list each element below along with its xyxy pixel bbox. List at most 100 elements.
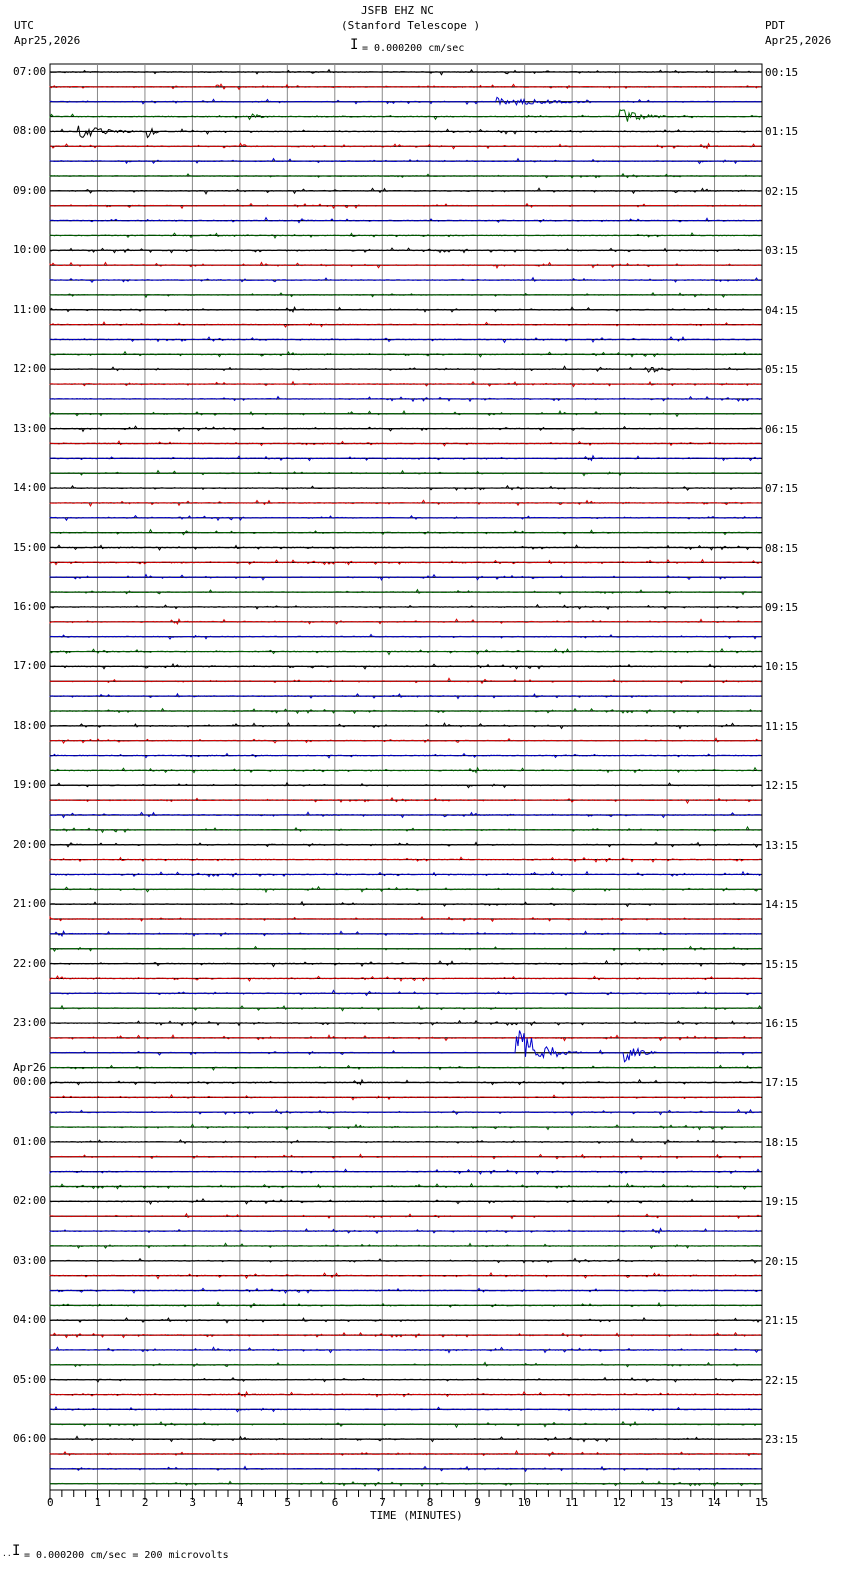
seismic-trace xyxy=(49,1227,762,1235)
seismic-trace xyxy=(49,825,762,834)
right-time-label: 01:15 xyxy=(765,125,799,139)
seismic-trace xyxy=(49,172,762,179)
seismic-trace xyxy=(49,617,761,625)
seismic-trace xyxy=(49,1182,762,1190)
right-time-label: 03:15 xyxy=(765,244,799,258)
x-tick-label: 0 xyxy=(47,1496,54,1509)
right-time-label: 00:15 xyxy=(765,66,799,79)
seismic-trace xyxy=(49,1168,762,1175)
seismic-trace xyxy=(49,409,762,418)
seismic-trace xyxy=(49,321,761,328)
x-tick-label: 13 xyxy=(660,1496,674,1509)
seismic-trace xyxy=(49,975,762,982)
seismic-trace xyxy=(49,157,762,165)
right-time-label: 12:15 xyxy=(765,779,799,793)
left-time-label: 01:00 xyxy=(13,1134,47,1148)
left-time-label: 22:00 xyxy=(13,956,47,970)
left-time-label: 03:00 xyxy=(13,1253,47,1267)
seismic-trace xyxy=(49,841,762,849)
right-time-label: 15:15 xyxy=(765,957,799,971)
seismic-trace xyxy=(49,692,762,700)
left-time-label: 16:00 xyxy=(13,599,47,613)
seismic-trace xyxy=(49,469,762,477)
left-time-label: 18:00 xyxy=(13,718,47,732)
seismic-trace xyxy=(49,1390,762,1398)
x-tick-label: 8 xyxy=(426,1496,434,1509)
seismic-trace xyxy=(49,722,761,730)
seismic-trace xyxy=(49,291,762,299)
seismic-trace xyxy=(49,247,762,254)
right-time-label: 09:15 xyxy=(765,600,799,614)
seismic-trace xyxy=(49,959,762,968)
seismic-trace xyxy=(49,1034,762,1042)
seismic-trace xyxy=(49,1093,762,1101)
x-tick-label: 4 xyxy=(236,1496,244,1509)
seismic-trace xyxy=(49,1257,762,1264)
left-time-label: 15:00 xyxy=(13,540,47,554)
right-time-label: 20:15 xyxy=(765,1254,799,1268)
right-time-label: 16:15 xyxy=(765,1017,799,1031)
x-tick-label: 1 xyxy=(94,1496,102,1509)
right-time-label: 23:15 xyxy=(765,1433,799,1447)
seismic-trace xyxy=(49,1198,762,1206)
x-tick-label: 3 xyxy=(189,1496,197,1509)
left-time-label: 20:00 xyxy=(13,837,47,851)
right-time-label: 17:15 xyxy=(765,1076,799,1090)
seismic-trace xyxy=(50,1331,762,1339)
seismic-trace xyxy=(49,1123,762,1131)
seismic-trace xyxy=(49,1346,762,1354)
seismic-trace xyxy=(49,633,761,640)
right-time-label: 21:15 xyxy=(765,1314,799,1328)
right-time-label: 04:15 xyxy=(765,303,799,317)
left-time-label: 02:00 xyxy=(13,1194,47,1208)
seismic-trace xyxy=(49,544,762,551)
seismic-trace xyxy=(49,930,762,937)
right-time-label: 10:15 xyxy=(765,660,799,674)
date-change-label: Apr26 xyxy=(13,1061,47,1075)
seismic-trace xyxy=(49,1480,761,1487)
left-time-label: 14:00 xyxy=(13,481,47,495)
seismic-trace xyxy=(49,588,762,596)
right-time-label: 07:15 xyxy=(765,482,799,496)
seismic-trace xyxy=(49,232,762,239)
seismic-trace xyxy=(49,885,761,894)
left-time-label: 23:00 xyxy=(13,1016,47,1030)
left-time-label: 05:00 xyxy=(13,1372,47,1386)
seismic-trace xyxy=(49,989,762,997)
helicorder-page: JSFB EHZ NC (Stanford Telescope ) UTC Ap… xyxy=(0,0,850,1584)
seismic-trace xyxy=(49,96,762,107)
seismic-trace xyxy=(49,484,762,491)
right-time-label: 06:15 xyxy=(765,422,799,436)
seismic-trace xyxy=(49,336,762,344)
left-time-label: 10:00 xyxy=(13,243,47,257)
seismic-trace xyxy=(49,781,762,789)
left-time-label: 06:00 xyxy=(13,1432,47,1446)
seismic-trace xyxy=(49,1376,762,1383)
right-time-label: 13:15 xyxy=(765,838,799,852)
right-time-label: 08:15 xyxy=(765,541,799,555)
seismic-trace xyxy=(49,425,762,433)
x-tick-label: 10 xyxy=(517,1496,531,1509)
left-time-label: 17:00 xyxy=(13,659,47,673)
seismic-trace xyxy=(49,811,762,819)
seismogram-plot xyxy=(49,63,763,1500)
seismic-trace xyxy=(49,647,762,656)
seismic-trace xyxy=(49,142,762,150)
seismic-trace xyxy=(49,276,762,283)
seismic-trace xyxy=(49,737,762,745)
seismic-trace xyxy=(49,1108,762,1117)
seismic-trace xyxy=(49,870,762,878)
seismic-trace xyxy=(49,440,762,447)
seismic-trace xyxy=(49,797,762,805)
seismic-trace xyxy=(49,900,762,908)
x-tick-label: 14 xyxy=(707,1496,721,1509)
right-time-label: 22:15 xyxy=(765,1373,799,1387)
left-time-label: 19:00 xyxy=(13,778,47,792)
right-time-label: 05:15 xyxy=(765,363,799,377)
seismic-trace xyxy=(49,1465,761,1473)
seismic-trace xyxy=(49,945,762,952)
right-time-label: 19:15 xyxy=(765,1195,799,1209)
seismic-trace xyxy=(49,68,762,76)
seismic-trace xyxy=(49,707,762,715)
seismic-trace xyxy=(49,603,762,610)
